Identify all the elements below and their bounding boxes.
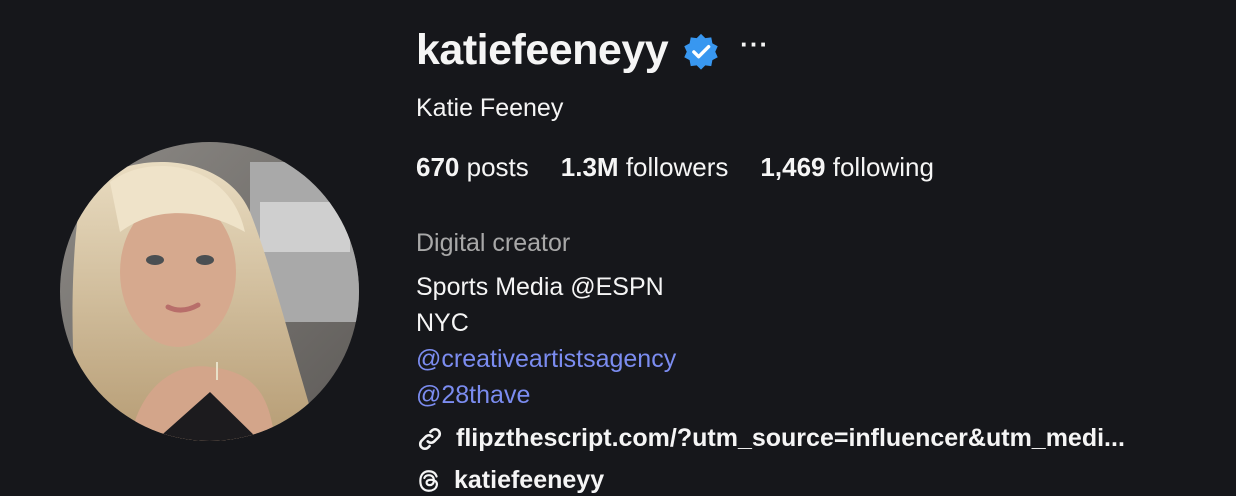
bio-line: Sports Media @ESPN [416, 273, 664, 301]
profile-full-name: Katie Feeney [416, 94, 564, 122]
more-options-icon[interactable]: ··· [740, 29, 769, 60]
threads-icon [419, 469, 439, 492]
followers-value: 1.3M [560, 152, 619, 182]
username-row: katiefeeneyy ··· [416, 26, 769, 75]
following-count[interactable]: 1,469 following [760, 152, 933, 183]
profile-username: katiefeeneyy [416, 26, 669, 74]
external-link-text: flipzthescript.com/?utm_source=influence… [456, 424, 1125, 452]
posts-count: 670 posts [416, 152, 529, 183]
mention-link[interactable]: @28thave [416, 381, 530, 410]
threads-handle: katiefeeneyy [454, 466, 605, 494]
posts-label: posts [466, 152, 529, 182]
bio-line: NYC [416, 309, 469, 337]
mention-link[interactable]: @creativeartistsagency [416, 345, 676, 374]
followers-label: followers [625, 152, 729, 182]
following-value: 1,469 [760, 152, 826, 182]
threads-link[interactable]: katiefeeneyy [416, 466, 604, 495]
following-label: following [832, 152, 934, 182]
external-link[interactable]: flipzthescript.com/?utm_source=influence… [416, 424, 1125, 453]
posts-value: 670 [416, 152, 460, 182]
verified-badge-icon [682, 32, 720, 70]
link-icon [418, 427, 442, 450]
profile-avatar[interactable] [60, 142, 359, 441]
profile-category: Digital creator [416, 229, 571, 257]
profile-stats: 670 posts 1.3M followers 1,469 following [416, 152, 934, 183]
followers-count[interactable]: 1.3M followers [561, 152, 729, 183]
